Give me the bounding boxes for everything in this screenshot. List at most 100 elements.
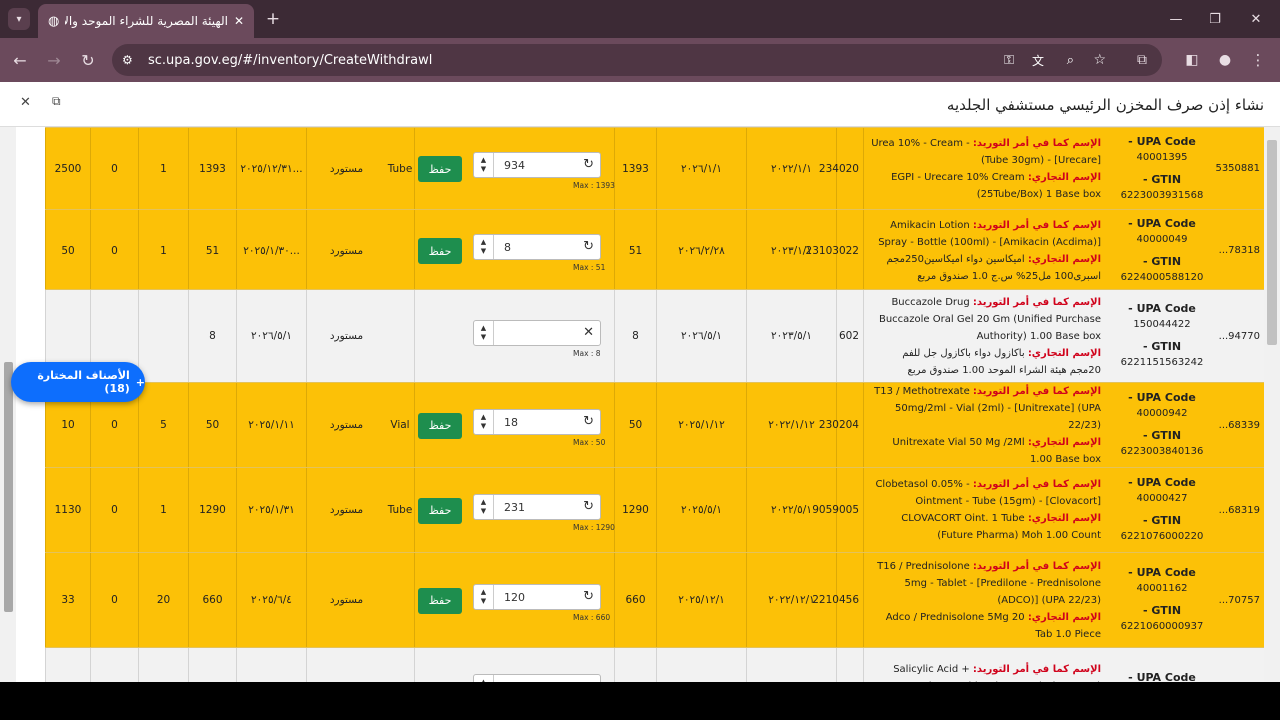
address-bar[interactable]: ⚙ sc.upa.gov.eg/#/inventory/CreateWithdr… (112, 44, 1162, 76)
cell-origin: مستورد (306, 468, 386, 552)
upa-code-label: UPA Code - (1128, 134, 1196, 148)
page-title: نشاء إذن صرف المخزن الرئيسي مستشفي الجلد… (946, 96, 1264, 114)
cell-balance: 50 (188, 383, 236, 467)
translate-icon[interactable]: 文 (1032, 52, 1044, 69)
restore-icon[interactable]: ❐ (1204, 8, 1226, 30)
back-icon[interactable]: ← (8, 48, 32, 72)
profile-icon[interactable]: ● (1213, 48, 1237, 72)
quantity-input[interactable]: ▲ ▼ ✕ (473, 319, 601, 346)
table-row: 50 0 1 51 ٢٠٢٥/١/٣٠... مستورد 51 ٢٠٢٦/٢/٢٨ ٢٠٢٣/… (45, 209, 1264, 291)
cell-available: 1290 (614, 468, 656, 552)
globe-icon: ◍ (48, 13, 60, 29)
max-label: Max : 51 (573, 263, 606, 272)
table-row: 33 0 20 660 ٢٠٢٥/٦/٤ مستورد 660 ٢٠٢٥/١٢/١ ٢٠٢٢/١… (45, 552, 1264, 647)
save-button[interactable]: حفظ (418, 238, 462, 264)
vertical-scrollbar[interactable] (1264, 127, 1280, 682)
upa-code-label: UPA Code - (1128, 302, 1196, 315)
reset-icon[interactable]: ↻ (583, 499, 594, 514)
save-button[interactable]: حفظ (418, 156, 462, 182)
item-description: الإسم كما في أمر التوريد: Amikacin Lotio… (863, 210, 1107, 291)
reset-icon[interactable]: ↻ (583, 157, 594, 172)
quantity-input[interactable]: ▲▼ (473, 674, 601, 682)
cell-unit (386, 648, 414, 682)
quantity-value: 120 (504, 590, 525, 604)
password-key-icon[interactable]: ⚿ (1004, 53, 1014, 68)
quantity-value: 18 (504, 415, 518, 429)
cell-returned: 0 (90, 468, 138, 552)
cell-received: 50 (45, 210, 90, 291)
cell-available: 50 (614, 383, 656, 467)
quantity-stepper[interactable]: ▲▼ (474, 409, 494, 434)
quantity-stepper[interactable]: ▲▼ (474, 235, 494, 259)
cell-production (746, 648, 836, 682)
quantity-input[interactable]: ▲ ▼ 8 ↻ (473, 234, 601, 260)
menu-icon[interactable]: ⋮ (1246, 48, 1270, 72)
supply-name-extra: Buccazole Oral Gel 20 Gm (Unified Purcha… (878, 313, 1101, 342)
item-codes: UPA Code - 40000049 GTIN - 6224000588120 (1107, 210, 1217, 291)
scrollbar-thumb[interactable] (1267, 140, 1277, 345)
supply-name-label: الإسم كما في أمر التوريد: (972, 479, 1101, 490)
gtin-code: 6221151563242 (1120, 357, 1204, 368)
left-scrollbar[interactable] (0, 127, 16, 682)
upa-code-label: UPA Code - (1128, 391, 1196, 404)
quantity-stepper[interactable]: ▲▼ (474, 320, 494, 345)
new-tab-icon[interactable]: + (262, 8, 284, 30)
cell-available: 1393 (614, 128, 656, 209)
item-id: ...68339 (1218, 419, 1260, 431)
cell-batch: 23103022 (806, 210, 863, 291)
supply-name: Buccazole Drug (891, 296, 970, 308)
minimize-icon[interactable]: — (1165, 8, 1187, 30)
zoom-icon[interactable]: ⌕ (1067, 53, 1074, 68)
browser-tab[interactable]: ◍ الهيئة المصرية للشراء الموحد والإ ✕ (38, 4, 254, 38)
side-panel-icon[interactable]: ◧ (1180, 48, 1204, 72)
reset-icon[interactable]: ↻ (583, 589, 594, 604)
bookmark-star-icon[interactable]: ☆ (1093, 52, 1106, 68)
trade-name-label: الإسم التجاري: (1027, 436, 1101, 448)
quantity-input[interactable]: ▲ ▼ 18 ↻ (473, 408, 601, 435)
save-button[interactable]: حفظ (418, 497, 462, 524)
cell-pack: 1 (138, 468, 188, 552)
table-row: 8 ٢٠٢٦/٥/١ مستورد 8 ٢٠٢٦/٥/١ ٢٠٢٣/٥/١ 602 الإسم… (45, 289, 1264, 382)
plus-icon: + (135, 375, 145, 389)
cell-balance: 8 (188, 290, 236, 382)
quantity-stepper[interactable]: ▲▼ (474, 675, 494, 682)
maximize-icon[interactable]: ⧉ (52, 94, 61, 109)
cell-unit (386, 210, 414, 291)
clear-icon[interactable]: ✕ (583, 325, 594, 340)
close-icon[interactable]: ✕ (20, 95, 31, 110)
left-scrollbar-thumb[interactable] (4, 362, 13, 612)
save-button[interactable]: حفظ (418, 412, 462, 439)
gtin-label: GTIN - (1142, 254, 1182, 268)
cell-available (614, 648, 656, 682)
quantity-stepper[interactable]: ▲▼ (474, 584, 494, 609)
cell-available: 51 (614, 210, 656, 291)
supply-name-label: الإسم كما في أمر التوريد: (972, 296, 1101, 308)
cell-unit: Vial (390, 419, 410, 431)
tab-search-icon[interactable]: ▾ (8, 8, 30, 30)
cell-production: ٢٠٢٣/٥/١ (746, 290, 836, 382)
close-tab-icon[interactable]: ✕ (234, 14, 244, 28)
reset-icon[interactable]: ↻ (583, 239, 594, 254)
quantity-input[interactable]: ▲ ▼ 231 ↻ (473, 493, 601, 520)
reset-icon[interactable]: ↻ (583, 414, 594, 429)
item-description: الإسم كما في أمر التوريد: T13 / Methotre… (863, 383, 1107, 467)
cell-received: 2500 (45, 128, 90, 209)
cell-expiry: ٢٠٢٥/١٢/١ (656, 553, 746, 647)
reload-icon[interactable]: ↻ (76, 48, 100, 72)
quantity-input[interactable]: ▲ ▼ 120 ↻ (473, 583, 601, 610)
save-button[interactable]: حفظ (418, 587, 462, 614)
quantity-stepper[interactable]: ▲▼ (474, 494, 494, 519)
quantity-value: 231 (504, 500, 525, 514)
quantity-input[interactable]: ▲ ▼ 934 ↻ (473, 152, 601, 178)
item-description: الإسم كما في أمر التوريد: Urea 10% - Cre… (863, 128, 1107, 209)
cell-batch: 9059005 (812, 468, 863, 552)
close-window-icon[interactable]: ✕ (1245, 8, 1267, 30)
selected-items-button[interactable]: + الأصناف المختارة (18) (11, 362, 145, 402)
cell-unit (386, 553, 414, 647)
quantity-value: 8 (504, 241, 511, 254)
extensions-icon[interactable]: ⧉ (1130, 48, 1154, 72)
item-description: الإسم كما في أمر التوريد: Clobetasol 0.0… (863, 468, 1107, 552)
forward-icon[interactable]: → (42, 48, 66, 72)
site-info-icon[interactable]: ⚙ (122, 53, 133, 67)
quantity-stepper[interactable]: ▲▼ (474, 153, 494, 177)
